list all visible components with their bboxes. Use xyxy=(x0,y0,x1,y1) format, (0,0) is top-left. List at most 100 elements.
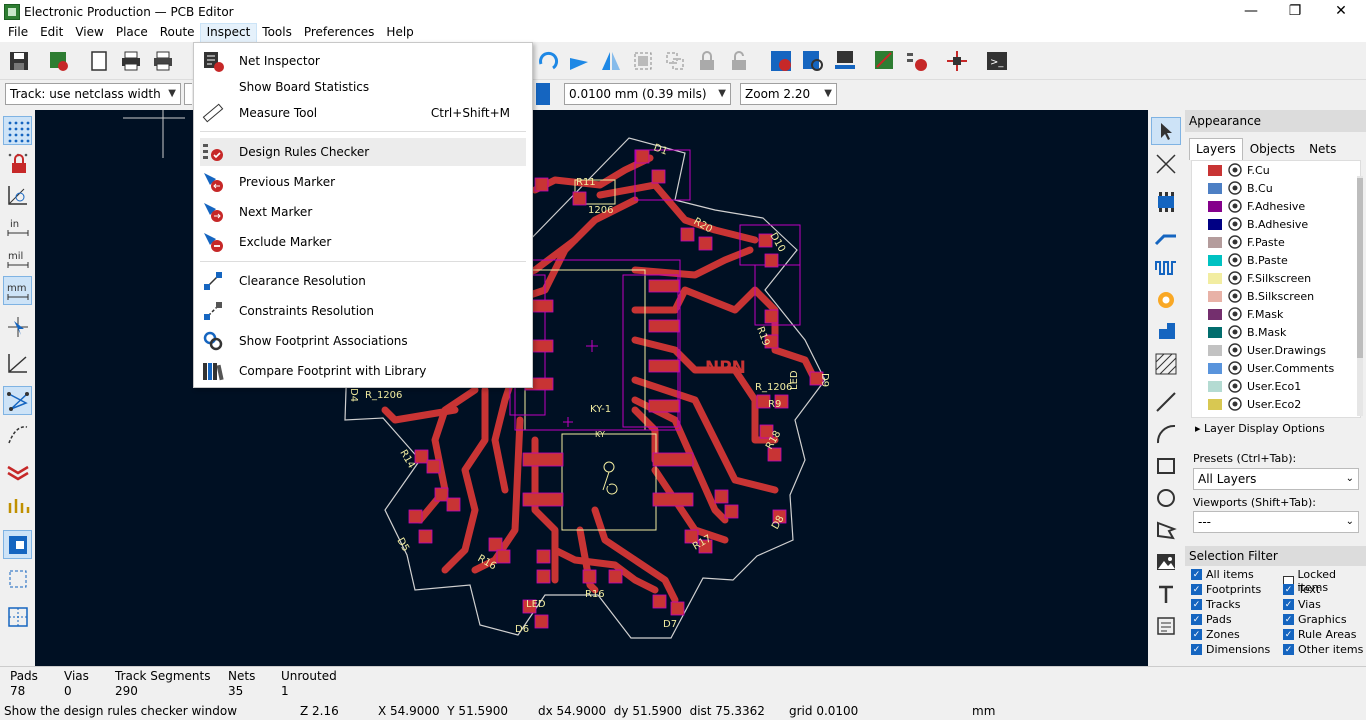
menu-item-net-inspector[interactable]: Net Inspector xyxy=(200,47,526,75)
layer-color-swatch[interactable] xyxy=(1208,326,1222,338)
layer-color-swatch[interactable] xyxy=(1208,290,1222,302)
eye-icon[interactable] xyxy=(1228,343,1242,357)
eye-icon[interactable] xyxy=(1228,235,1242,249)
menu-place[interactable]: Place xyxy=(110,24,154,42)
grid-lock-icon[interactable] xyxy=(3,148,32,177)
eye-icon[interactable] xyxy=(1228,253,1242,267)
menu-item-exclude-marker[interactable]: Exclude Marker xyxy=(200,228,526,256)
checkbox-icon[interactable]: ✓ xyxy=(1283,644,1294,655)
eye-icon[interactable] xyxy=(1228,271,1242,285)
minimize-button[interactable]: — xyxy=(1228,0,1274,24)
layer-color-swatch[interactable] xyxy=(1208,164,1222,176)
layer-color-swatch[interactable] xyxy=(1208,398,1222,410)
layer-row[interactable]: User.Drawings xyxy=(1192,341,1360,359)
menu-tools[interactable]: Tools xyxy=(256,24,298,42)
menu-item-measure-tool[interactable]: Measure Tool Ctrl+Shift+M xyxy=(200,99,526,127)
via-outline-icon[interactable] xyxy=(3,490,32,519)
print-icon[interactable] xyxy=(116,46,146,76)
filter-checkbox[interactable]: ✓ Dimensions xyxy=(1191,643,1270,656)
layer-row[interactable]: F.Paste xyxy=(1192,233,1360,251)
filter-checkbox[interactable]: ✓ All items xyxy=(1191,568,1254,581)
layer-row[interactable]: User.Eco1 xyxy=(1192,377,1360,395)
eye-icon[interactable] xyxy=(1228,163,1242,177)
filter-checkbox[interactable]: ✓ Zones xyxy=(1191,628,1240,641)
menu-preferences[interactable]: Preferences xyxy=(298,24,381,42)
layer-color-swatch[interactable] xyxy=(1208,218,1222,230)
filter-checkbox[interactable]: ✓ Graphics xyxy=(1283,613,1347,626)
plot-icon[interactable] xyxy=(148,46,178,76)
route-track-icon[interactable] xyxy=(1151,222,1181,250)
layer-row[interactable]: B.Paste xyxy=(1192,251,1360,269)
menu-item-show-board-statistics[interactable]: Show Board Statistics xyxy=(200,73,526,101)
checkbox-icon[interactable]: ✓ xyxy=(1191,614,1202,625)
ratsnest-icon[interactable] xyxy=(3,386,32,415)
layer-row[interactable]: B.Silkscreen xyxy=(1192,287,1360,305)
checkbox-icon[interactable]: ✓ xyxy=(1283,584,1294,595)
menu-item-compare-footprint-with-library[interactable]: Compare Footprint with Library xyxy=(200,357,526,385)
board-outline-icon[interactable] xyxy=(3,602,32,631)
eye-icon[interactable] xyxy=(1228,307,1242,321)
menu-item-design-rules-checker[interactable]: Design Rules Checker xyxy=(200,138,526,166)
board-setup-icon[interactable] xyxy=(44,46,74,76)
eye-icon[interactable] xyxy=(1228,199,1242,213)
menu-inspect[interactable]: Inspect xyxy=(199,23,258,43)
menu-help[interactable]: Help xyxy=(380,24,419,42)
layer-color-swatch[interactable] xyxy=(1208,344,1222,356)
menu-edit[interactable]: Edit xyxy=(34,24,69,42)
update-pcb-icon[interactable] xyxy=(766,46,796,76)
checkbox-icon[interactable]: ✓ xyxy=(1191,599,1202,610)
group-icon[interactable] xyxy=(628,46,658,76)
rule-area-icon[interactable] xyxy=(1151,350,1181,378)
menu-route[interactable]: Route xyxy=(154,24,201,42)
draw-rectangle-icon[interactable] xyxy=(1151,452,1181,480)
layer-row[interactable]: User.Comments xyxy=(1192,359,1360,377)
layer-row[interactable]: B.Cu xyxy=(1192,179,1360,197)
eye-icon[interactable] xyxy=(1228,289,1242,303)
eye-icon[interactable] xyxy=(1228,217,1242,231)
page-settings-icon[interactable] xyxy=(84,46,114,76)
rotate-icon[interactable] xyxy=(533,46,563,76)
filter-checkbox[interactable]: ✓ Rule Areas xyxy=(1283,628,1357,641)
units-mil-icon[interactable]: mil xyxy=(3,244,32,273)
flip-icon[interactable] xyxy=(564,46,594,76)
layer-color-swatch[interactable] xyxy=(1208,236,1222,248)
add-via-icon[interactable] xyxy=(1151,286,1181,314)
eye-icon[interactable] xyxy=(1228,325,1242,339)
schematic-icon[interactable] xyxy=(942,46,972,76)
checkbox-icon[interactable]: ✓ xyxy=(1191,569,1202,580)
filter-checkbox[interactable]: ✓ Footprints xyxy=(1191,583,1261,596)
high-contrast-icon[interactable] xyxy=(3,530,32,559)
checkbox-icon[interactable]: ✓ xyxy=(1191,629,1202,640)
units-mm-icon[interactable]: mm xyxy=(3,276,32,305)
curved-ratsnest-icon[interactable] xyxy=(3,420,32,449)
filter-checkbox[interactable]: ✓ Tracks xyxy=(1191,598,1241,611)
add-image-icon[interactable] xyxy=(1151,548,1181,576)
filter-checkbox[interactable]: ✓ Pads xyxy=(1191,613,1232,626)
tune-length-icon[interactable] xyxy=(1151,254,1181,282)
layer-color-swatch[interactable] xyxy=(1208,254,1222,266)
add-footprint-icon[interactable] xyxy=(1151,188,1181,216)
eye-icon[interactable] xyxy=(1228,379,1242,393)
track-outline-icon[interactable] xyxy=(3,456,32,485)
layer-color-swatch[interactable] xyxy=(1208,362,1222,374)
layer-list-scrollbar[interactable] xyxy=(1357,176,1363,416)
save-icon[interactable] xyxy=(4,46,34,76)
footprint-browser-icon[interactable] xyxy=(830,46,860,76)
tab-nets[interactable]: Nets xyxy=(1302,138,1343,160)
highlight-net-icon[interactable] xyxy=(1151,150,1181,178)
add-text-icon[interactable] xyxy=(1151,580,1181,608)
add-zone-icon[interactable] xyxy=(1151,316,1181,344)
footprint-editor-icon[interactable] xyxy=(798,46,828,76)
unlock-icon[interactable] xyxy=(724,46,754,76)
checkbox-icon[interactable]: ✓ xyxy=(1283,599,1294,610)
grid-select[interactable]: 0.0100 mm (0.39 mils) ▼ xyxy=(564,83,731,105)
cursor-style-icon[interactable] xyxy=(3,312,32,341)
checkbox-icon[interactable]: ✓ xyxy=(1191,644,1202,655)
units-inch-icon[interactable]: in xyxy=(3,212,32,241)
menu-file[interactable]: File xyxy=(0,24,34,42)
layer-row[interactable]: User.Eco2 xyxy=(1192,395,1360,413)
add-textbox-icon[interactable] xyxy=(1151,612,1181,640)
viewports-select[interactable]: --- ⌄ xyxy=(1193,511,1359,533)
menu-view[interactable]: View xyxy=(69,24,109,42)
zone-fill-icon[interactable] xyxy=(3,564,32,593)
